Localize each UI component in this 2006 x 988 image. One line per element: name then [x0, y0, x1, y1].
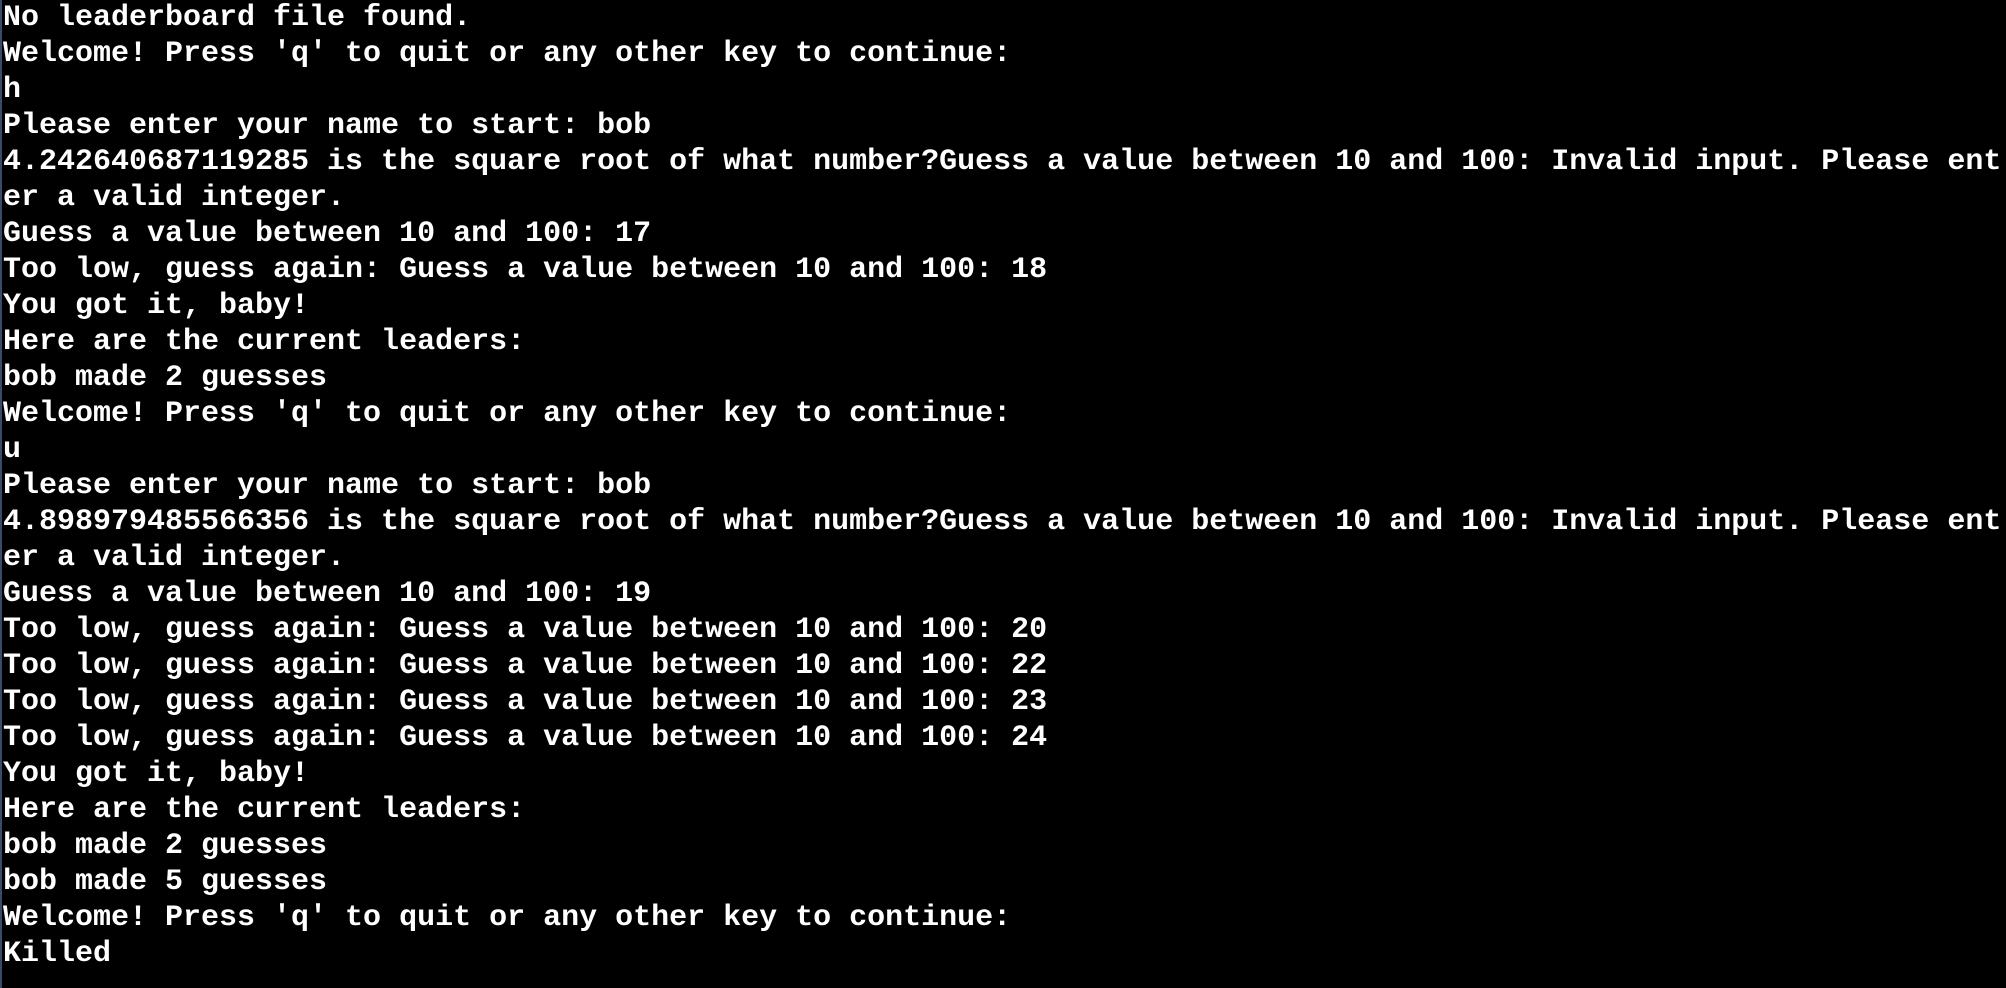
terminal-line: 4.242640687119285 is the square root of …	[3, 145, 2002, 179]
terminal-line: Welcome! Press 'q' to quit or any other …	[3, 37, 1012, 71]
terminal-line: No leaderboard file found.	[3, 1, 472, 35]
terminal-line: Too low, guess again: Guess a value betw…	[3, 649, 1048, 683]
terminal-line: Here are the current leaders:	[3, 793, 526, 827]
terminal-line: Too low, guess again: Guess a value betw…	[3, 613, 1048, 647]
terminal-line: Here are the current leaders:	[3, 325, 526, 359]
terminal-line: Too low, guess again: Guess a value betw…	[3, 721, 1048, 755]
terminal-line: bob made 2 guesses	[3, 829, 328, 863]
terminal-output: No leaderboard file found. Welcome! Pres…	[2, 0, 2006, 972]
terminal-line: u	[3, 433, 22, 467]
terminal-line: Guess a value between 10 and 100: 17	[3, 217, 652, 251]
terminal-line: bob made 5 guesses	[3, 865, 328, 899]
terminal-line: Welcome! Press 'q' to quit or any other …	[3, 901, 1012, 935]
terminal-line: Too low, guess again: Guess a value betw…	[3, 253, 1048, 287]
terminal-line: You got it, baby!	[3, 289, 310, 323]
terminal-line: Welcome! Press 'q' to quit or any other …	[3, 397, 1012, 431]
terminal-line: 4.898979485566356 is the square root of …	[3, 505, 2002, 539]
terminal-line: Please enter your name to start: bob	[3, 469, 652, 503]
terminal-line: Please enter your name to start: bob	[3, 109, 652, 143]
terminal-line: er a valid integer.	[3, 181, 346, 215]
terminal-window[interactable]: No leaderboard file found. Welcome! Pres…	[0, 0, 2006, 988]
terminal-line: You got it, baby!	[3, 757, 310, 791]
terminal-line: Too low, guess again: Guess a value betw…	[3, 685, 1048, 719]
terminal-line: Guess a value between 10 and 100: 19	[3, 577, 652, 611]
terminal-line: er a valid integer.	[3, 541, 346, 575]
terminal-line: h	[3, 73, 22, 107]
terminal-line: Killed	[3, 937, 112, 971]
terminal-line: bob made 2 guesses	[3, 361, 328, 395]
